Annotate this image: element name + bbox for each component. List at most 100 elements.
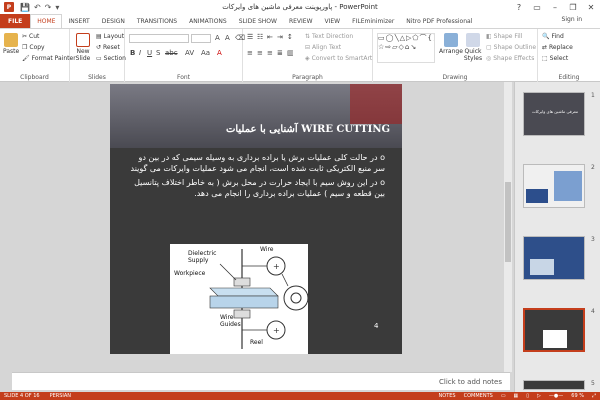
wire-edm-diagram[interactable]: + + Wire Dielectric Supply Workpiece Wir…	[170, 244, 309, 354]
section-button[interactable]: ▭ Section	[96, 55, 126, 62]
tab-file[interactable]: FILE	[0, 14, 31, 28]
zoom-slider[interactable]: —●—	[549, 393, 563, 399]
tab-home[interactable]: HOME	[30, 14, 63, 28]
slide-sorter-icon[interactable]: ▦	[514, 393, 519, 399]
layout-button[interactable]: ▤ Layout	[96, 33, 124, 40]
copy-button[interactable]: ❐ Copy	[22, 44, 45, 51]
align-left-icon[interactable]: ≡	[247, 49, 253, 57]
cut-button[interactable]: ✂ Cut	[22, 33, 39, 40]
shapes-gallery[interactable]: ▭◯╲△▷⬠⌒{}☆⇨▱◇⌂↘	[377, 33, 435, 63]
justify-icon[interactable]: ≣	[277, 49, 283, 57]
label-dielectric-supply: Dielectric Supply	[188, 250, 217, 264]
bullet-2: o در این روش سیم با ایجاد حرارت در محل ب…	[134, 178, 385, 198]
align-center-icon[interactable]: ≡	[257, 49, 263, 57]
thumbnail-slide-2[interactable]	[523, 164, 585, 208]
bold-icon[interactable]: B	[130, 49, 135, 57]
find-button[interactable]: 🔍 Find	[542, 33, 564, 40]
help-icon[interactable]: ?	[510, 0, 528, 14]
bullets-icon[interactable]: ☰	[247, 33, 253, 41]
slide-title[interactable]: آشنایی با عملیات WIRE CUTTING	[190, 124, 390, 135]
minimize-icon[interactable]: –	[546, 0, 564, 14]
grow-font-icon[interactable]: A	[215, 34, 220, 42]
bullet-1: o در حالت کلی عملیات برش یا براده برداری…	[130, 153, 385, 173]
thumbnail-slide-4[interactable]	[523, 308, 585, 352]
change-case-icon[interactable]: Aa	[201, 49, 210, 57]
font-name-box[interactable]	[129, 34, 189, 43]
customize-icon[interactable]: ▾	[55, 3, 59, 12]
tab-slide-show[interactable]: SLIDE SHOW	[233, 14, 283, 28]
label-wire: Wire	[260, 246, 274, 253]
language-indicator[interactable]: PERSIAN	[50, 393, 71, 399]
svg-text:+: +	[273, 262, 280, 271]
shape-effects-button[interactable]: ◎ Shape Effects	[486, 55, 534, 62]
select-button[interactable]: ⬚ Select	[542, 55, 568, 62]
tab-insert[interactable]: INSERT	[62, 14, 95, 28]
text-direction-button[interactable]: ⇅ Text Direction	[305, 33, 353, 40]
slides-group: New Slide ▤ Layout ↺ Reset ▭ Section Slides	[70, 29, 126, 83]
layout-icon: ▤	[96, 33, 102, 40]
columns-icon[interactable]: ▥	[287, 49, 294, 57]
zoom-level[interactable]: 69 %	[571, 393, 584, 399]
redo-icon[interactable]: ↷	[45, 3, 52, 12]
ribbon-display-icon[interactable]: ▭	[528, 0, 546, 14]
line-spacing-icon[interactable]: ↕	[287, 33, 293, 41]
shape-fill-button[interactable]: ◧ Shape Fill	[486, 33, 522, 40]
tab-nitro-pdf[interactable]: Nitro PDF Professional	[400, 14, 478, 28]
shadow-icon[interactable]: S	[156, 49, 160, 57]
scrollbar-thumb[interactable]	[505, 182, 511, 262]
underline-icon[interactable]: U	[147, 49, 152, 57]
save-icon[interactable]: 💾	[20, 3, 30, 12]
thumbnail-slide-5[interactable]	[523, 380, 585, 390]
convert-smartart-button[interactable]: ◈ Convert to SmartArt	[305, 55, 372, 62]
thumb-3-image	[530, 259, 554, 275]
slideshow-icon[interactable]: ▷	[537, 393, 541, 399]
tab-design[interactable]: DESIGN	[96, 14, 131, 28]
numbering-icon[interactable]: ☷	[257, 33, 263, 41]
align-text-button[interactable]: ⊟ Align Text	[305, 44, 341, 51]
canvas-vertical-scrollbar[interactable]	[504, 82, 512, 372]
close-icon[interactable]: ✕	[582, 0, 600, 14]
notes-placeholder: Click to add notes	[439, 378, 502, 386]
shape-outline-button[interactable]: ▢ Shape Outline	[486, 44, 536, 51]
slide-thumbnails-pane: 1 معرفی ماشین های وایرکات 2 3 4 5	[514, 82, 600, 392]
thumbnail-slide-1[interactable]: معرفی ماشین های وایرکات	[523, 92, 585, 136]
shrink-font-icon[interactable]: A	[225, 34, 230, 42]
title-bar: P 💾 ↶ ↷ ▾ پاورپوینت معرفی ماشین های وایر…	[0, 0, 600, 14]
decrease-indent-icon[interactable]: ⇤	[267, 33, 273, 41]
format-painter-button[interactable]: 🖌 Format Painter	[22, 55, 76, 62]
strikethrough-icon[interactable]: abc	[165, 49, 178, 57]
replace-button[interactable]: ⇄ Replace	[542, 44, 573, 51]
tab-animations[interactable]: ANIMATIONS	[183, 14, 233, 28]
increase-indent-icon[interactable]: ⇥	[277, 33, 283, 41]
reset-button[interactable]: ↺ Reset	[96, 44, 120, 51]
normal-view-icon[interactable]: ▭	[501, 393, 506, 399]
new-slide-button[interactable]: New Slide	[73, 33, 93, 62]
label-wire-guides: Wire Guides	[220, 314, 241, 328]
undo-icon[interactable]: ↶	[34, 3, 41, 12]
comments-toggle[interactable]: COMMENTS	[464, 393, 493, 399]
outline-icon: ▢	[486, 44, 492, 51]
paste-button[interactable]: Paste	[3, 33, 19, 55]
align-right-icon[interactable]: ≡	[267, 49, 273, 57]
thumbnail-slide-3[interactable]	[523, 236, 585, 280]
fit-slide-icon[interactable]: ⤢	[592, 393, 596, 399]
restore-icon[interactable]: ❐	[564, 0, 582, 14]
slide-body[interactable]: o در حالت کلی عملیات برش یا براده برداری…	[130, 152, 385, 202]
italic-icon[interactable]: I	[139, 49, 141, 57]
slide-editor[interactable]: آشنایی با عملیات WIRE CUTTING o در حالت …	[110, 84, 402, 354]
tab-view[interactable]: VIEW	[319, 14, 347, 28]
tab-review[interactable]: REVIEW	[283, 14, 319, 28]
tab-transitions[interactable]: TRANSITIONS	[131, 14, 183, 28]
align-text-icon: ⊟	[305, 44, 311, 51]
quick-styles-button[interactable]: Quick Styles	[462, 33, 484, 62]
font-size-box[interactable]	[191, 34, 211, 43]
tab-fileminimizer[interactable]: FILEminimizer	[346, 14, 400, 28]
arrange-button[interactable]: Arrange	[439, 33, 463, 55]
reading-view-icon[interactable]: ▯	[526, 393, 529, 399]
notes-toggle[interactable]: NOTES	[439, 393, 456, 399]
notes-pane[interactable]: Click to add notes	[12, 372, 510, 390]
sign-in-link[interactable]: Sign in	[562, 16, 582, 23]
font-color-icon[interactable]: A	[217, 49, 222, 57]
spacing-icon[interactable]: AV	[185, 49, 194, 57]
powerpoint-icon[interactable]: P	[4, 2, 14, 12]
